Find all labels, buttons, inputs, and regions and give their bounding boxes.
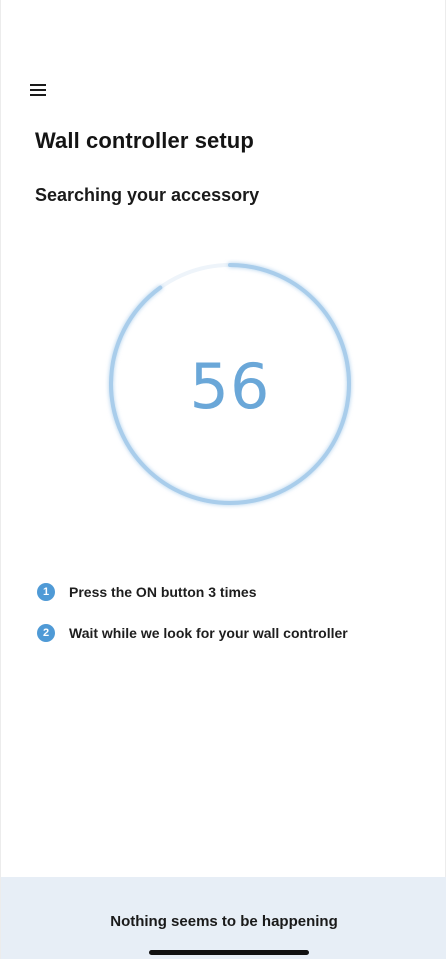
step-number-badge: 1 [37,583,55,601]
instruction-step: 2 Wait while we look for your wall contr… [37,623,377,643]
step-text: Press the ON button 3 times [69,584,257,600]
menu-button[interactable] [29,82,47,98]
step-text: Wait while we look for your wall control… [69,625,348,641]
countdown-value: 56 [189,349,271,423]
nothing-happening-help-button[interactable]: Nothing seems to be happening [1,913,446,930]
page-title: Wall controller setup [35,128,254,153]
footer-bar: Nothing seems to be happening [1,877,446,959]
wall-controller-setup-screen: Wall controller setup Searching your acc… [0,0,446,959]
instruction-steps: 1 Press the ON button 3 times 2 Wait whi… [37,582,377,664]
instruction-step: 1 Press the ON button 3 times [37,582,377,602]
countdown-timer: 56 [105,259,355,509]
home-indicator [149,950,309,955]
search-status-subtitle: Searching your accessory [35,185,260,205]
hamburger-menu-icon [30,84,46,96]
step-number-badge: 2 [37,624,55,642]
